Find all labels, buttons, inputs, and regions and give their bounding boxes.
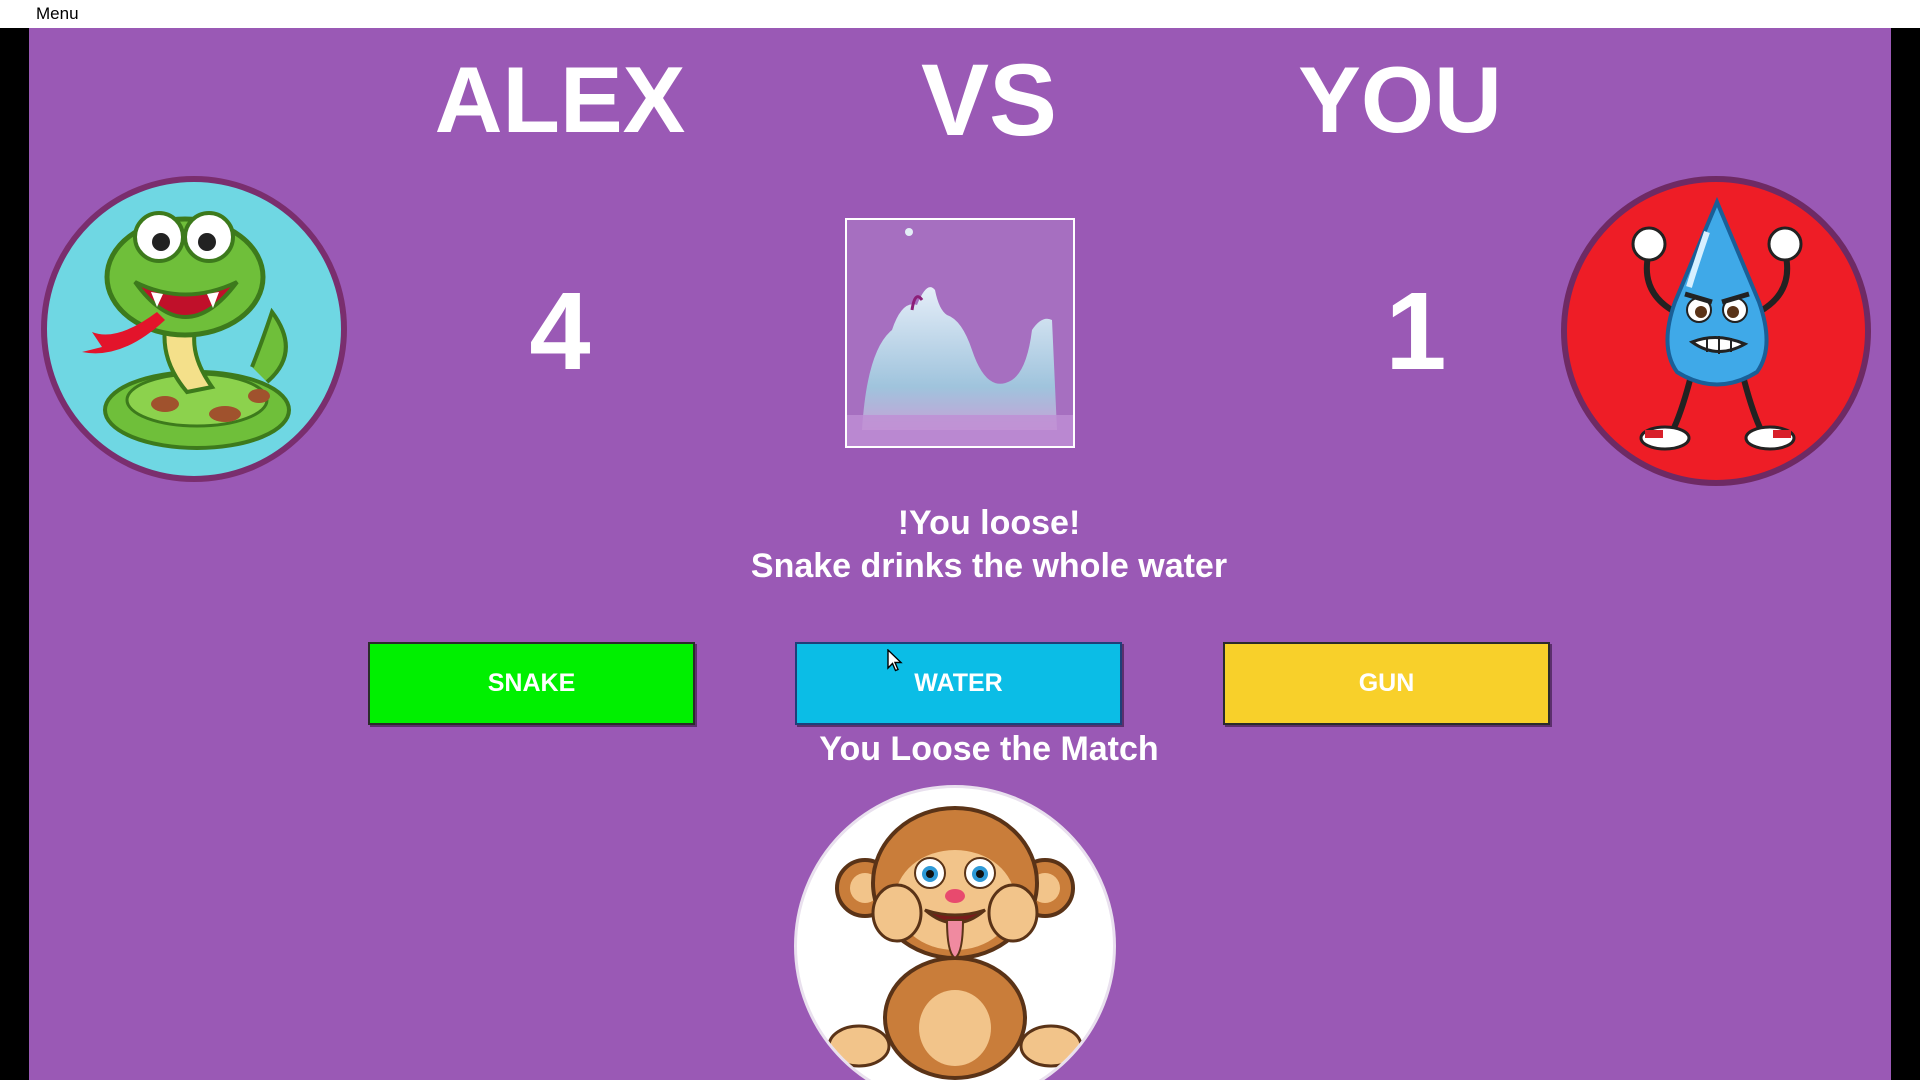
game-area: ALEX VS YOU 4 1 !You loose! Snake drinks…	[29, 28, 1891, 1080]
round-result-text: !You loose!	[897, 504, 1081, 542]
player-avatar	[1561, 176, 1871, 486]
opponent-avatar	[41, 176, 347, 482]
round-explanation-text: Snake drinks the whole water	[750, 547, 1228, 585]
menu-bar: Menu	[0, 0, 1920, 28]
snake-button[interactable]: SNAKE	[368, 642, 695, 725]
player-score: 1	[1385, 270, 1447, 393]
mouse-cursor-icon	[887, 649, 903, 672]
match-result-text: You Loose the Match	[819, 730, 1159, 768]
monkey-icon	[827, 806, 1083, 1080]
opponent-score: 4	[529, 270, 591, 393]
player-name: YOU	[1298, 47, 1502, 152]
move-result-image	[845, 218, 1075, 448]
match-result-avatar	[794, 785, 1116, 1080]
versus-label: VS	[920, 43, 1058, 157]
opponent-name: ALEX	[434, 47, 686, 152]
gun-button[interactable]: GUN	[1223, 642, 1550, 725]
water-drop-icon	[1631, 196, 1803, 451]
water-splash-icon	[847, 220, 1073, 446]
water-button[interactable]: WATER	[795, 642, 1122, 725]
menu-button[interactable]: Menu	[36, 4, 79, 24]
snake-icon	[82, 211, 291, 450]
